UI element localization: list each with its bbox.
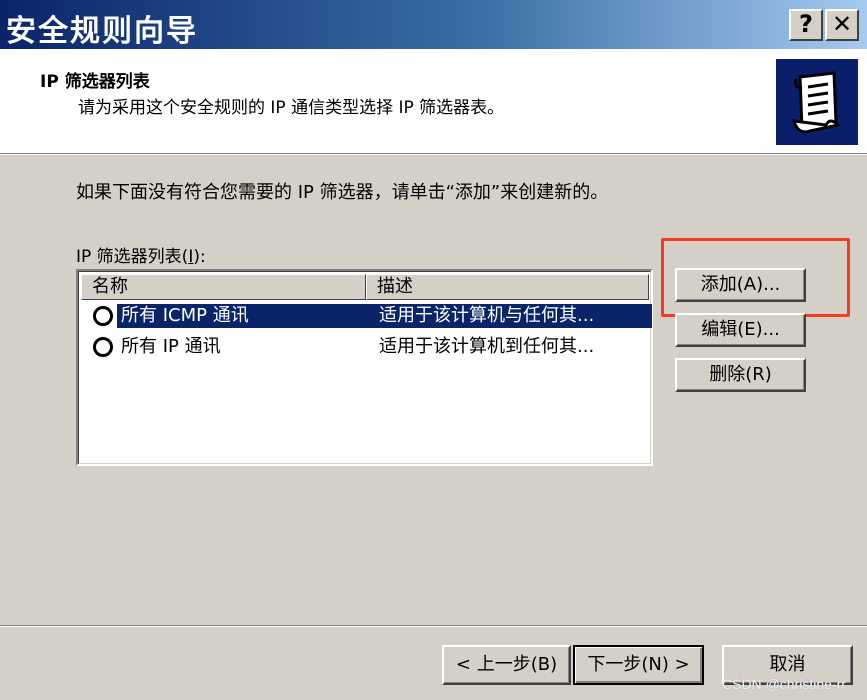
radio-button[interactable] bbox=[93, 337, 113, 357]
next-button[interactable]: 下一步(N) > bbox=[573, 645, 704, 685]
column-header-name[interactable]: 名称 bbox=[81, 274, 366, 300]
add-button[interactable]: 添加(A)... bbox=[675, 268, 806, 302]
filter-list-frame: 名称 描述 所有 ICMP 通讯 适用于该计算机与任何其... 所有 IP 通讯… bbox=[78, 271, 652, 464]
column-header-description[interactable]: 描述 bbox=[366, 274, 649, 300]
filter-list-label-prefix: IP 筛选器列表( bbox=[76, 247, 189, 267]
filter-row-ip[interactable]: 所有 IP 通讯 适用于该计算机到任何其... bbox=[81, 333, 650, 361]
delete-button[interactable]: 删除(R) bbox=[675, 358, 806, 392]
filter-row-icmp[interactable]: 所有 ICMP 通讯 适用于该计算机与任何其... bbox=[81, 302, 652, 330]
filter-name: 所有 IP 通讯 bbox=[121, 336, 221, 357]
filter-description: 适用于该计算机与任何其... bbox=[379, 305, 595, 326]
footer-separator bbox=[0, 625, 867, 627]
radio-button[interactable] bbox=[93, 306, 113, 326]
back-button[interactable]: < 上一步(B) bbox=[442, 645, 571, 685]
edit-button[interactable]: 编辑(E)... bbox=[675, 313, 806, 347]
header-subtitle: 请为采用这个安全规则的 IP 通信类型选择 IP 筛选器表。 bbox=[78, 98, 505, 118]
wizard-header: IP 筛选器列表 请为采用这个安全规则的 IP 通信类型选择 IP 筛选器表。 bbox=[0, 49, 867, 153]
instruction-text: 如果下面没有符合您需要的 IP 筛选器，请单击“添加”来创建新的。 bbox=[76, 182, 609, 203]
filter-list[interactable]: 名称 描述 所有 ICMP 通讯 适用于该计算机与任何其... 所有 IP 通讯… bbox=[76, 269, 653, 466]
scroll-icon bbox=[776, 59, 858, 145]
close-button[interactable]: ✕ bbox=[825, 9, 859, 41]
window-title: 安全规则向导 bbox=[6, 14, 198, 49]
filter-list-label: IP 筛选器列表(I): bbox=[76, 242, 206, 267]
watermark: CSDN @christine-rr bbox=[722, 676, 846, 692]
filter-list-label-suffix: ): bbox=[193, 247, 206, 267]
filter-description: 适用于该计算机到任何其... bbox=[379, 336, 595, 357]
title-bar: 安全规则向导 ? ✕ bbox=[0, 0, 867, 49]
header-title: IP 筛选器列表 bbox=[40, 72, 150, 92]
header-separator bbox=[0, 153, 867, 155]
help-button[interactable]: ? bbox=[789, 9, 823, 41]
